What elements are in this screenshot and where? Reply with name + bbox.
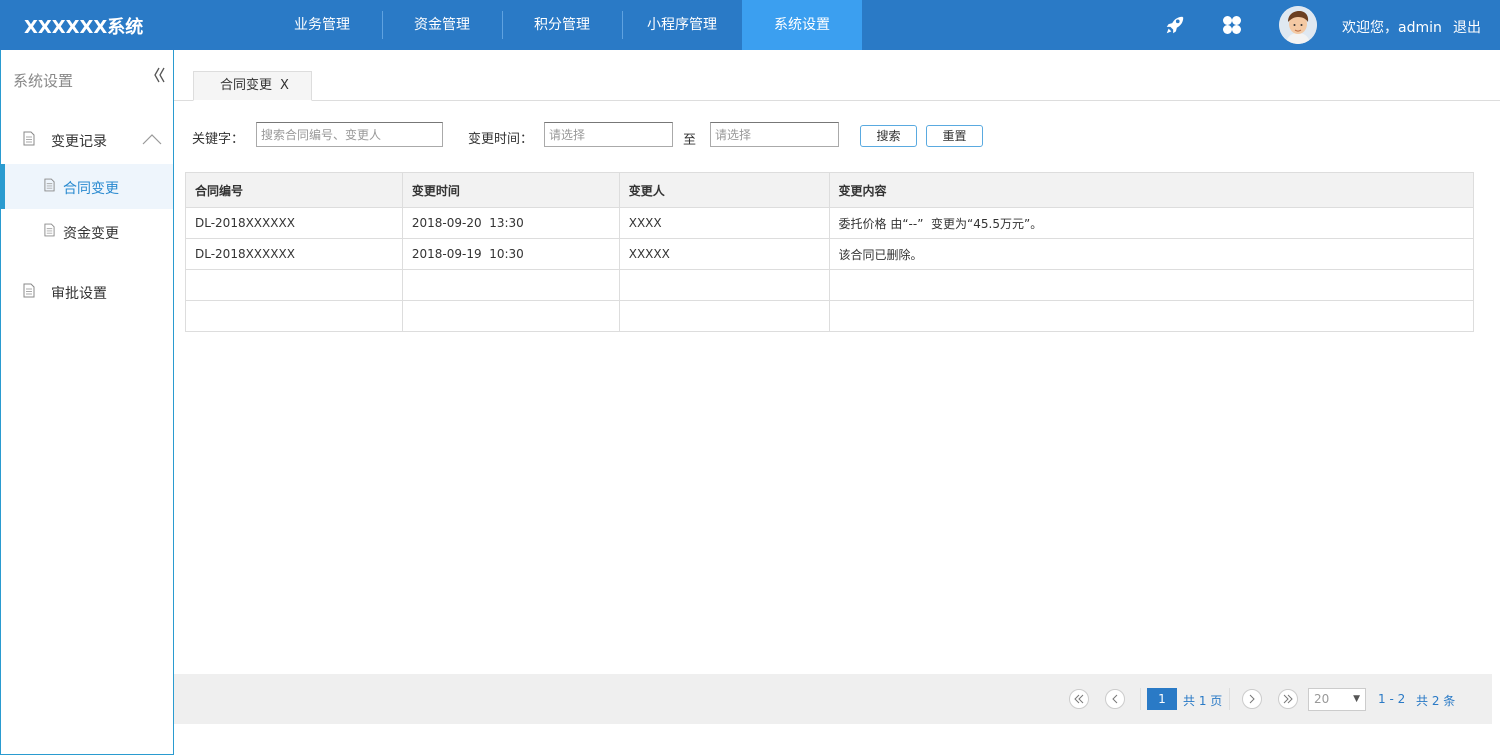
prev-page-icon[interactable] <box>1105 689 1125 709</box>
record-range-text: 1 - 2 <box>1378 692 1406 706</box>
change-time-label: 变更时间： <box>468 132 534 147</box>
chevron-up-icon <box>142 133 162 149</box>
table-cell <box>185 269 403 301</box>
sidebar-group-label: 审批设置 <box>51 286 107 302</box>
date-range-separator: 至 <box>683 133 697 148</box>
sidebar-group-approval-settings[interactable]: 审批设置 <box>1 272 173 312</box>
document-icon <box>44 178 55 196</box>
table-cell <box>401 269 620 301</box>
document-icon <box>23 131 35 150</box>
sidebar-item-label: 合同变更 <box>63 181 119 197</box>
welcome-text: 欢迎您，admin <box>1342 20 1442 36</box>
close-icon[interactable]: X <box>280 78 289 93</box>
nav-points[interactable]: 积分管理 <box>502 0 622 50</box>
document-icon <box>44 223 55 241</box>
sidebar-item-contract-change[interactable]: 合同变更 <box>1 164 173 209</box>
collapse-icon[interactable] <box>152 66 166 89</box>
page-size-select[interactable]: 20 ▼ <box>1308 688 1366 711</box>
current-page-button[interactable]: 1 <box>1147 688 1177 710</box>
apps-icon[interactable] <box>1218 11 1246 39</box>
main-nav: 业务管理 资金管理 积分管理 小程序管理 系统设置 <box>262 0 862 50</box>
table-cell: DL-2018XXXXXX <box>185 207 403 239</box>
total-pages-text: 共 1 页 <box>1183 694 1223 708</box>
rocket-icon[interactable] <box>1161 11 1189 39</box>
tab-bar: 合同变更 X <box>174 50 1500 101</box>
top-bar: XXXXXX系统 业务管理 资金管理 积分管理 小程序管理 系统设置 欢迎您，a… <box>0 0 1500 50</box>
pager-divider <box>1140 688 1141 710</box>
tab-contract-change[interactable]: 合同变更 X <box>193 71 312 101</box>
pager-divider <box>1229 688 1230 710</box>
nav-funds[interactable]: 资金管理 <box>382 0 502 50</box>
sidebar-group-change-records[interactable]: 变更记录 <box>1 120 173 160</box>
keyword-label: 关键字： <box>192 132 245 147</box>
column-header[interactable]: 合同编号 <box>185 172 403 208</box>
nav-business[interactable]: 业务管理 <box>262 0 382 50</box>
start-date-input[interactable] <box>544 122 673 147</box>
table-cell <box>185 300 403 332</box>
pagination-bar: 1 共 1 页 20 ▼ 1 - 2 共 2 条 <box>174 674 1492 724</box>
app-logo: XXXXXX系统 <box>24 17 144 38</box>
table-cell <box>618 300 830 332</box>
table-cell <box>401 300 620 332</box>
first-page-icon[interactable] <box>1069 689 1089 709</box>
table-cell <box>618 269 830 301</box>
table-cell <box>828 300 1475 332</box>
table-row[interactable]: DL-2018XXXXXX 2018-09-20 13:30 XXXX 委托价格… <box>185 207 1475 239</box>
avatar[interactable] <box>1279 6 1317 44</box>
table-cell: 2018-09-20 13:30 <box>401 207 620 239</box>
table-cell: 委托价格 由“--” 变更为“45.5万元”。 <box>828 207 1475 239</box>
caret-down-icon: ▼ <box>1353 694 1360 704</box>
sidebar-item-label: 资金变更 <box>63 226 119 242</box>
table-row[interactable]: DL-2018XXXXXX 2018-09-19 10:30 XXXXX 该合同… <box>185 238 1475 270</box>
table-cell <box>828 269 1475 301</box>
column-header[interactable]: 变更时间 <box>401 172 620 208</box>
page-size-value: 20 <box>1314 692 1330 706</box>
table-cell: DL-2018XXXXXX <box>185 238 403 270</box>
sidebar: 系统设置 变更记录 合同变更 资金变更 审批设置 <box>0 50 174 755</box>
keyword-input[interactable] <box>256 122 443 147</box>
change-records-table: 合同编号 变更时间 变更人 变更内容 DL-2018XXXXXX 2018-09… <box>185 172 1475 332</box>
column-header[interactable]: 变更内容 <box>828 172 1475 208</box>
table-row <box>185 300 1475 332</box>
sidebar-title: 系统设置 <box>13 72 74 90</box>
tab-label: 合同变更 <box>220 78 273 93</box>
table-cell: 该合同已删除。 <box>828 238 1475 270</box>
nav-mini-program[interactable]: 小程序管理 <box>622 0 742 50</box>
sidebar-item-fund-change[interactable]: 资金变更 <box>1 209 173 254</box>
end-date-input[interactable] <box>710 122 839 147</box>
table-cell: XXXX <box>618 207 830 239</box>
reset-button[interactable]: 重置 <box>926 125 983 147</box>
sidebar-group-label: 变更记录 <box>51 134 107 150</box>
last-page-icon[interactable] <box>1278 689 1298 709</box>
document-icon <box>23 283 35 302</box>
table-header-row: 合同编号 变更时间 变更人 变更内容 <box>185 172 1475 208</box>
nav-system-settings[interactable]: 系统设置 <box>742 0 862 50</box>
total-records-text: 共 2 条 <box>1416 694 1456 708</box>
search-button[interactable]: 搜索 <box>860 125 917 147</box>
logout-link[interactable]: 退出 <box>1453 17 1481 37</box>
column-header[interactable]: 变更人 <box>618 172 830 208</box>
table-cell: XXXXX <box>618 238 830 270</box>
next-page-icon[interactable] <box>1242 689 1262 709</box>
table-row <box>185 269 1475 301</box>
table-cell: 2018-09-19 10:30 <box>401 238 620 270</box>
